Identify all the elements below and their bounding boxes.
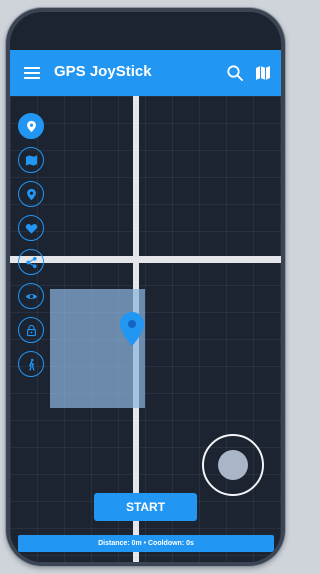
heart-icon [25,223,37,234]
walk-icon [28,358,34,371]
joystick-knob[interactable] [218,450,248,480]
road-horizontal [10,256,281,263]
location-marker-icon[interactable] [119,311,145,347]
sidebar-item-share[interactable] [18,249,44,275]
status-bar: Distance: 0m • Cooldown: 0s [18,535,274,552]
eye-icon [25,293,37,299]
device-frame: GPS JoyStick START Distance: 0m • Cooldo… [6,8,285,566]
sidebar-item-location-active[interactable] [18,113,44,139]
map-icon [25,154,37,166]
sidebar-item-map[interactable] [18,147,44,173]
map-view[interactable]: START Distance: 0m • Cooldown: 0s [10,96,281,562]
app-bar: GPS JoyStick [10,50,281,96]
highlighted-area [50,289,145,408]
lock-icon [26,324,36,336]
sidebar-item-lock[interactable] [18,317,44,343]
start-button[interactable]: START [94,493,197,521]
sidebar-item-walk[interactable] [18,351,44,377]
menu-icon[interactable] [23,64,41,82]
search-icon[interactable] [226,64,244,82]
joystick[interactable] [202,434,264,496]
sidebar-item-favorites[interactable] [18,215,44,241]
sidebar-item-visibility[interactable] [18,283,44,309]
map-icon[interactable] [254,64,272,82]
app-title: GPS JoyStick [54,63,152,80]
location-pin-icon [26,188,36,200]
share-icon [25,256,37,268]
sidebar-item-location[interactable] [18,181,44,207]
app-screen: GPS JoyStick START Distance: 0m • Cooldo… [10,12,281,562]
location-pin-icon [26,120,36,132]
